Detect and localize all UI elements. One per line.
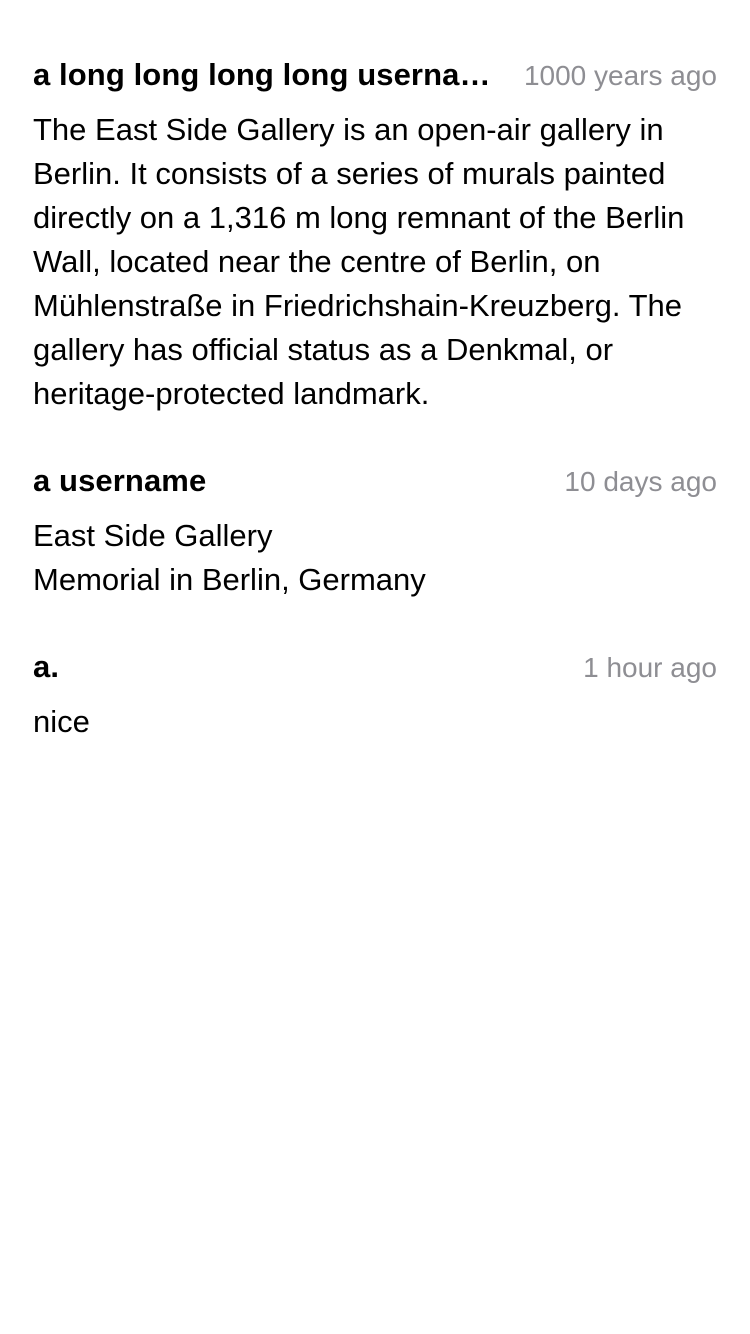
comment-username[interactable]: a long long long long userna…	[33, 52, 522, 98]
comment-item: a. 1 hour ago nice	[33, 644, 717, 744]
comment-timestamp: 1 hour ago	[583, 652, 717, 683]
comment-username[interactable]: a username	[33, 458, 562, 504]
comment-timestamp: 10 days ago	[564, 466, 717, 497]
comment-timestamp: 1000 years ago	[523, 60, 717, 91]
comment-item: a username 10 days ago East Side Gallery…	[33, 458, 717, 602]
comment-header: a long long long long userna… 1000 years…	[33, 52, 717, 98]
comment-item: a long long long long userna… 1000 years…	[33, 52, 717, 416]
comment-text: East Side Gallery Memorial in Berlin, Ge…	[33, 518, 426, 597]
comment-list: a long long long long userna… 1000 years…	[33, 52, 717, 786]
comment-username[interactable]: a.	[33, 644, 581, 690]
comment-header: a username 10 days ago	[33, 458, 717, 504]
comment-text: nice	[33, 704, 90, 739]
comment-header: a. 1 hour ago	[33, 644, 717, 690]
comment-text: The East Side Gallery is an open-air gal…	[33, 112, 685, 411]
